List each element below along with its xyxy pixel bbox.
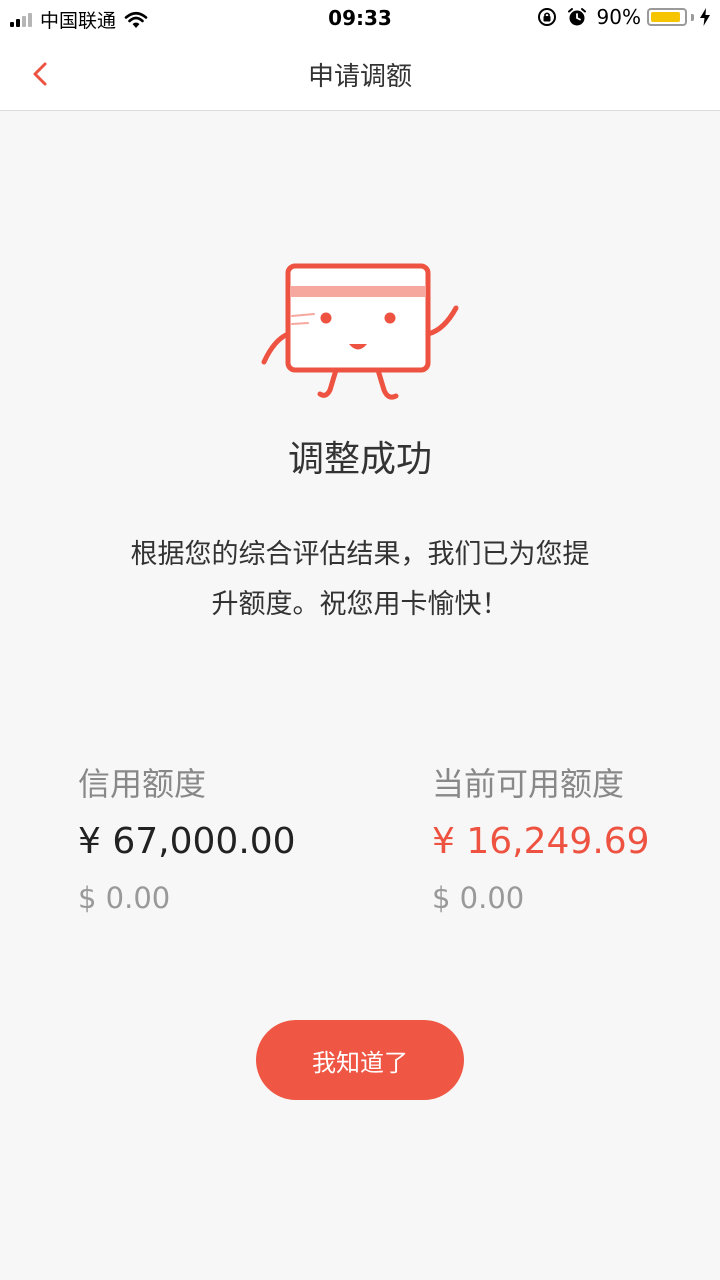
status-bar: 中国联通 09:33 90% <box>0 0 720 36</box>
status-right: 90% <box>537 5 710 29</box>
available-limit-usd: $ 0.00 <box>432 881 525 915</box>
available-limit-label: 当前可用额度 <box>432 765 625 803</box>
alarm-icon <box>567 7 587 27</box>
battery-percent: 90% <box>596 5 641 29</box>
page-title: 申请调额 <box>307 62 412 92</box>
charging-icon <box>700 8 710 26</box>
credit-limit-label: 信用额度 <box>78 765 207 803</box>
screen: 中国联通 09:33 90% 申请调额 调整成功 根据您的综合评估结果，我们已为… <box>0 0 720 1280</box>
result-description: 根据您的综合评估结果，我们已为您提 升额度。祝您用卡愉快！ <box>80 530 640 630</box>
available-limit-block: 当前可用额度 ¥ 16,249.69 $ 0.00 <box>432 758 650 922</box>
battery-cap <box>691 13 694 21</box>
available-limit-cny: ¥ 16,249.69 <box>432 821 650 862</box>
credit-card-mascot-icon <box>258 258 462 406</box>
rotation-lock-icon <box>537 7 557 27</box>
credit-limit-cny: ¥ 67,000.00 <box>78 821 296 862</box>
result-title: 调整成功 <box>287 439 432 480</box>
result-description-line-2: 升额度。祝您用卡愉快！ <box>211 589 509 620</box>
result-description-line-1: 根据您的综合评估结果，我们已为您提 <box>130 539 590 570</box>
credit-limit-usd: $ 0.00 <box>78 881 171 915</box>
confirm-button[interactable]: 我知道了 <box>256 1020 464 1100</box>
credit-limit-block: 信用额度 ¥ 67,000.00 $ 0.00 <box>78 758 296 922</box>
battery-icon <box>647 8 687 26</box>
nav-bar: 申请调额 <box>0 36 720 111</box>
